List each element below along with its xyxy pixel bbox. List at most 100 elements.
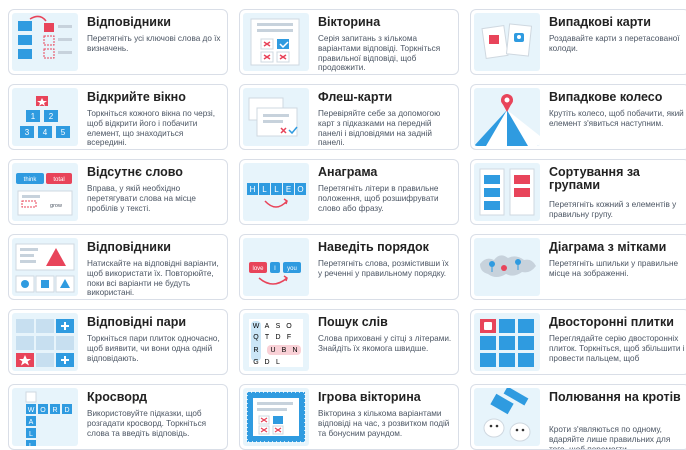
card-description: Серія запитань з кількома варіантами від…: [318, 34, 441, 73]
svg-text:4: 4: [43, 128, 48, 137]
grid-letter: W: [28, 407, 35, 414]
template-card-group-sort[interactable]: Сортування за групами Перетягніть кожний…: [470, 159, 686, 225]
template-card-unjumble[interactable]: love I you Наведіть порядок Перетягніть …: [239, 234, 459, 300]
card-description: Переглядайте серію двосторонніх плиток. …: [549, 334, 685, 363]
svg-text:5: 5: [61, 128, 66, 137]
template-card-find-the-match[interactable]: Відповідники Натискайте на відповідні ва…: [8, 234, 228, 300]
template-card-quiz[interactable]: Вікторина Серія запитань з кількома варі…: [239, 9, 459, 75]
card-title: Полювання на кротів: [549, 390, 681, 404]
flip-tiles-icon: [474, 313, 540, 371]
card-description: Вікторина з кількома варіантами відповід…: [318, 409, 450, 438]
template-card-match-up[interactable]: Відповідники Перетягніть усі ключові сло…: [8, 9, 228, 75]
grid-letter: D: [264, 359, 269, 366]
template-card-anagram[interactable]: H L L E O Анаграма Перетягніть літери в …: [239, 159, 459, 225]
word-chip: total: [53, 177, 64, 183]
card-description: Натискайте на відповідні варіанти, щоб в…: [87, 259, 219, 298]
gameshow-quiz-icon: [243, 388, 309, 446]
grid-letter: R: [253, 347, 258, 354]
card-title: Вікторина: [318, 15, 381, 29]
grid-letter: A: [29, 419, 34, 426]
anagram-icon: H L L E O: [243, 163, 309, 221]
template-card-crossword[interactable]: W O R D A L L Кросворд Використовуйте пі…: [8, 384, 228, 450]
grid-letter: Q: [253, 334, 259, 341]
card-title: Відповідні пари: [87, 315, 187, 329]
flash-cards-icon: [243, 88, 309, 146]
card-title: Діаграма з мітками: [549, 240, 667, 254]
find-match-icon: [12, 238, 78, 296]
grid-letter: B: [282, 347, 287, 354]
card-title: Випадкові карти: [549, 15, 651, 29]
card-title: Ігрова вікторина: [318, 390, 421, 404]
card-description: Крутіть колесо, щоб побачити, який елеме…: [549, 109, 684, 128]
card-title: Двосторонні плитки: [549, 315, 674, 329]
template-card-labelled-diagram[interactable]: Діаграма з мітками Перетягніть шпильки у…: [470, 234, 686, 300]
grid-letter: A: [265, 323, 270, 330]
card-title: Сортування за групами: [549, 165, 640, 192]
random-cards-icon: [474, 13, 540, 71]
template-card-flash-cards[interactable]: Флеш-карти Перевіряйте себе за допомогою…: [239, 84, 459, 150]
letter-tile: L: [274, 185, 279, 194]
crossword-icon: W O R D A L L: [12, 388, 78, 446]
card-title: Відповідники: [87, 15, 171, 29]
group-sort-icon: [474, 163, 540, 221]
card-description: Перетягніть кожний з елементів у правиль…: [549, 200, 677, 219]
word-chip: grow: [50, 203, 62, 209]
grid-letter: O: [286, 323, 292, 330]
whack-a-mole-icon: [474, 388, 540, 446]
grid-letter: O: [40, 407, 46, 414]
svg-text:3: 3: [25, 128, 30, 137]
card-title: Кросворд: [87, 390, 148, 404]
grid-letter: D: [64, 407, 69, 414]
template-card-whack-a-mole[interactable]: Полювання на кротів Кроти з'являються по…: [470, 384, 686, 450]
letter-tile: L: [262, 185, 267, 194]
template-card-flip-tiles[interactable]: Двосторонні плитки Переглядайте серію дв…: [470, 309, 686, 375]
card-description: Торкніться пари плиток одночасно, щоб ви…: [87, 334, 220, 363]
template-card-matching-pairs[interactable]: Відповідні пари Торкніться пари плиток о…: [8, 309, 228, 375]
template-card-random-wheel[interactable]: Випадкове колесо Крутіть колесо, щоб поб…: [470, 84, 686, 150]
missing-word-icon: think total grow: [12, 163, 78, 221]
card-description: Перевіряйте себе за допомогою карт з під…: [318, 109, 441, 148]
grid-letter: L: [29, 431, 33, 438]
letter-tile: E: [286, 185, 291, 194]
grid-letter: N: [292, 347, 297, 354]
grid-letter: D: [275, 334, 280, 341]
grid-letter: T: [265, 334, 270, 341]
card-title: Анаграма: [318, 165, 378, 179]
grid-letter: F: [287, 334, 291, 341]
letter-tile: O: [297, 185, 303, 194]
template-card-random-cards[interactable]: Випадкові карти Роздавайте карти з перет…: [470, 9, 686, 75]
card-description: Перетягніть усі ключові слова до їх визн…: [87, 34, 221, 53]
labelled-diagram-icon: [474, 238, 540, 296]
unjumble-icon: love I you: [243, 238, 309, 296]
template-card-wordsearch[interactable]: W A S O Q T D F R U B N G D L Пошук слів…: [239, 309, 459, 375]
svg-text:2: 2: [49, 112, 54, 121]
card-title: Відкрийте вікно: [87, 90, 186, 104]
grid-letter: W: [253, 323, 260, 330]
template-card-gameshow-quiz[interactable]: Ігрова вікторина Вікторина з кількома ва…: [239, 384, 459, 450]
card-description: Слова приховані у сітці з літерами. Знай…: [318, 334, 452, 353]
card-title: Флеш-карти: [318, 90, 393, 104]
word-chip: love: [252, 266, 264, 272]
open-box-icon: 1 2 3 4 5: [12, 88, 78, 146]
card-description: Роздавайте карти з перетасованої колоди.: [549, 34, 680, 53]
card-description: Перетягніть шпильки у правильне місце на…: [549, 259, 679, 278]
wordsearch-icon: W A S O Q T D F R U B N G D L: [243, 313, 309, 371]
card-title: Наведіть порядок: [318, 240, 429, 254]
card-description: Торкніться кожного вікна по черзі, щоб в…: [87, 109, 216, 148]
template-card-open-box[interactable]: 1 2 3 4 5 Відкрийте вікно Торкніться кож…: [8, 84, 228, 150]
matching-pairs-icon: [12, 313, 78, 371]
card-title: Випадкове колесо: [549, 90, 663, 104]
match-up-icon: [12, 13, 78, 71]
card-description: Вправа, у якій необхідно перетягувати сл…: [87, 184, 196, 213]
letter-tile: H: [250, 185, 256, 194]
card-description: Перетягніть слова, розмістивши їх у рече…: [318, 259, 449, 278]
card-description: Кроти з'являються по одному, вдаряйте ли…: [549, 425, 671, 450]
card-description: Перетягніть літери в правильне положення…: [318, 184, 439, 213]
grid-letter: G: [253, 359, 258, 366]
random-wheel-icon: [474, 88, 540, 146]
template-card-missing-word[interactable]: think total grow Відсутнє слово Вправа, …: [8, 159, 228, 225]
grid-letter: R: [52, 407, 57, 414]
grid-letter: U: [270, 347, 275, 354]
quiz-icon: [243, 13, 309, 71]
svg-text:1: 1: [31, 112, 36, 121]
